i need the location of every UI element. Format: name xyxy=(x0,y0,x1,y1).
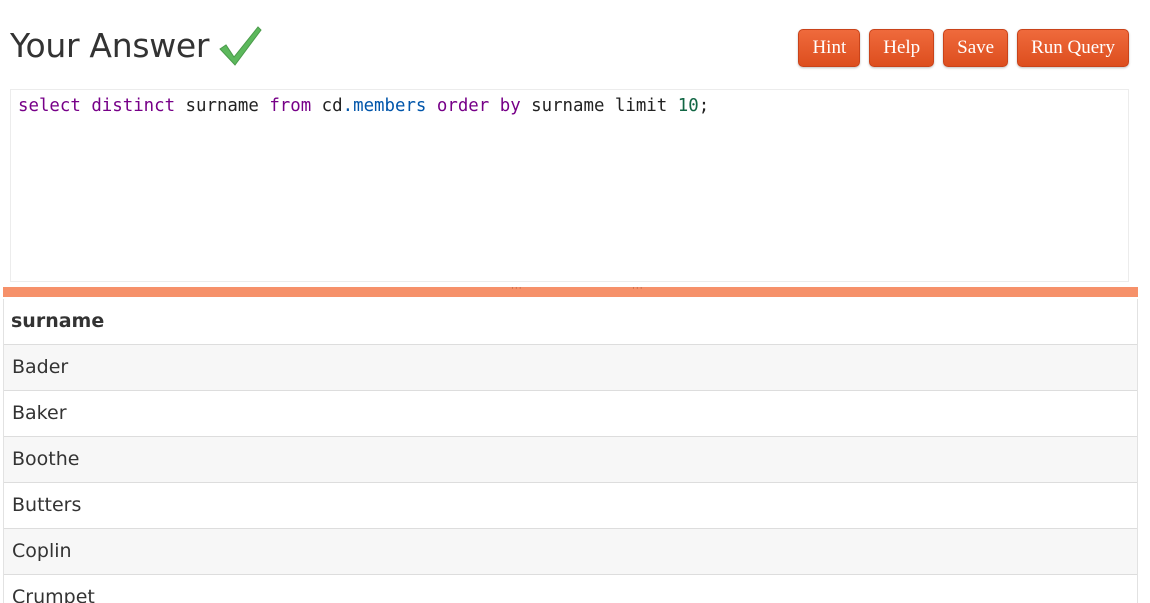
resize-splitter[interactable]: ··· ··· xyxy=(3,284,1138,297)
sql-editor[interactable]: select distinct surname from cd.members … xyxy=(10,89,1129,282)
sql-token: select xyxy=(18,96,81,116)
table-header-row: surname xyxy=(4,299,1137,345)
sql-token: order xyxy=(436,96,490,116)
table-row: Coplin xyxy=(4,528,1137,575)
table-cell: Crumpet xyxy=(4,574,1137,603)
results-panel: surname Bader Baker Boothe Butters Copli… xyxy=(3,299,1138,603)
table-cell: Bader xyxy=(4,344,1137,391)
column-header-surname: surname xyxy=(4,299,1137,345)
sql-token: .members xyxy=(342,96,427,116)
sql-token: by xyxy=(499,96,521,116)
header: Your Answer Hint Help Save Run Query xyxy=(0,0,1150,86)
table-cell: Baker xyxy=(4,390,1137,437)
sql-token: from xyxy=(269,96,312,116)
table-row: Butters xyxy=(4,482,1137,529)
table-row: Bader xyxy=(4,344,1137,391)
splitter-grip-right[interactable]: ··· xyxy=(632,284,644,294)
page-title: Your Answer xyxy=(10,25,210,65)
sql-token: surname xyxy=(175,96,270,116)
results-table: surname Bader Baker Boothe Butters Copli… xyxy=(4,299,1137,603)
table-row: Boothe xyxy=(4,436,1137,483)
table-cell: Butters xyxy=(4,482,1137,529)
sql-code-line[interactable]: select distinct surname from cd.members … xyxy=(18,96,709,116)
sql-token: 10 xyxy=(677,96,699,116)
sql-token: distinct xyxy=(91,96,176,116)
sql-token: ; xyxy=(698,96,710,116)
table-cell: Boothe xyxy=(4,436,1137,483)
table-row: Baker xyxy=(4,390,1137,437)
sql-token: cd xyxy=(311,96,343,116)
table-cell: Coplin xyxy=(4,528,1137,575)
sql-token: surname limit xyxy=(520,96,678,116)
checkmark-icon xyxy=(219,26,262,66)
save-button[interactable]: Save xyxy=(943,29,1009,67)
toolbar: Hint Help Save Run Query xyxy=(798,29,1129,67)
splitter-grip-left[interactable]: ··· xyxy=(511,284,523,294)
run-query-button[interactable]: Run Query xyxy=(1017,29,1129,67)
hint-button[interactable]: Hint xyxy=(798,29,861,67)
help-button[interactable]: Help xyxy=(869,29,935,67)
title-area: Your Answer xyxy=(10,22,263,68)
table-row: Crumpet xyxy=(4,574,1137,603)
